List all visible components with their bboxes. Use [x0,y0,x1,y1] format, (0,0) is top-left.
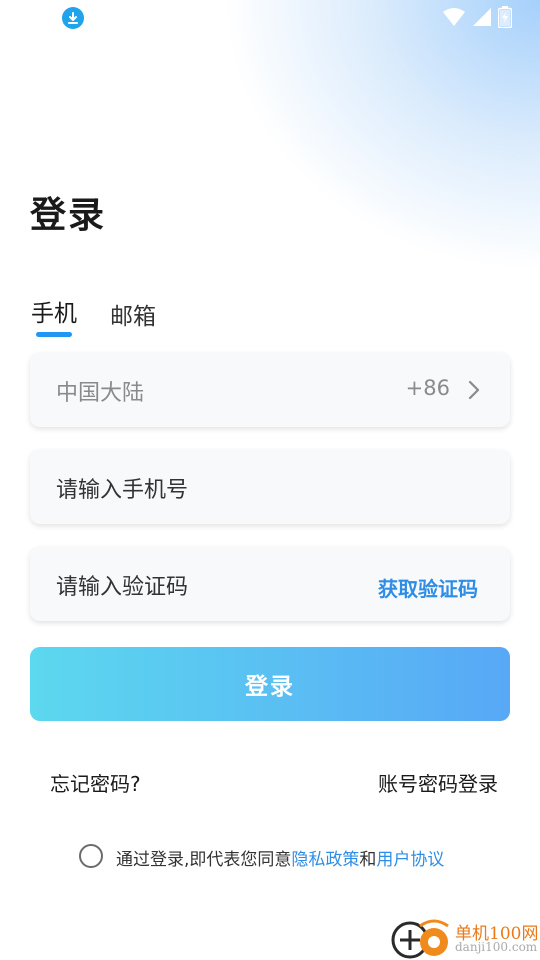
account-login-link[interactable]: 账号密码登录 [378,768,498,797]
tab-email[interactable]: 邮箱 [110,297,156,331]
get-code-button[interactable]: 获取验证码 [378,573,478,602]
wifi-icon [443,8,465,26]
agreement-prefix: 通过登录,即代表您同意 [116,850,292,870]
tab-active-indicator [36,332,72,337]
region-selector[interactable]: 中国大陆 +86 [30,353,510,427]
user-agreement-link[interactable]: 用户协议 [376,850,444,870]
phone-placeholder: 请输入手机号 [56,478,189,503]
login-button[interactable]: 登录 [30,647,510,721]
privacy-policy-link[interactable]: 隐私政策 [291,850,359,870]
status-time: 9:30 [12,6,66,30]
region-label: 中国大陆 [56,381,145,406]
verification-code-input[interactable]: 请输入验证码 获取验证码 [30,547,510,621]
status-icons [442,6,512,28]
status-bar: 9:30 [0,0,540,36]
phone-input[interactable]: 请输入手机号 [30,450,510,524]
code-placeholder: 请输入验证码 [56,575,189,600]
chevron-right-icon [468,380,480,400]
agreement-conjunction: 和 [359,850,377,870]
watermark-site-url: danji100.com [455,940,538,954]
download-icon [62,7,84,29]
battery-charging-icon [498,6,512,28]
region-code: +86 [405,376,450,400]
agreement-checkbox[interactable] [79,844,103,868]
forgot-password-link[interactable]: 忘记密码? [50,768,141,797]
agreement-text: 通过登录,即代表您同意隐私政策和用户协议 [116,845,444,870]
login-button-label: 登录 [245,674,295,700]
tab-phone[interactable]: 手机 [31,294,77,328]
page-title: 登录 [30,195,107,236]
signal-icon [473,8,491,26]
watermark-logo-icon [391,919,449,959]
